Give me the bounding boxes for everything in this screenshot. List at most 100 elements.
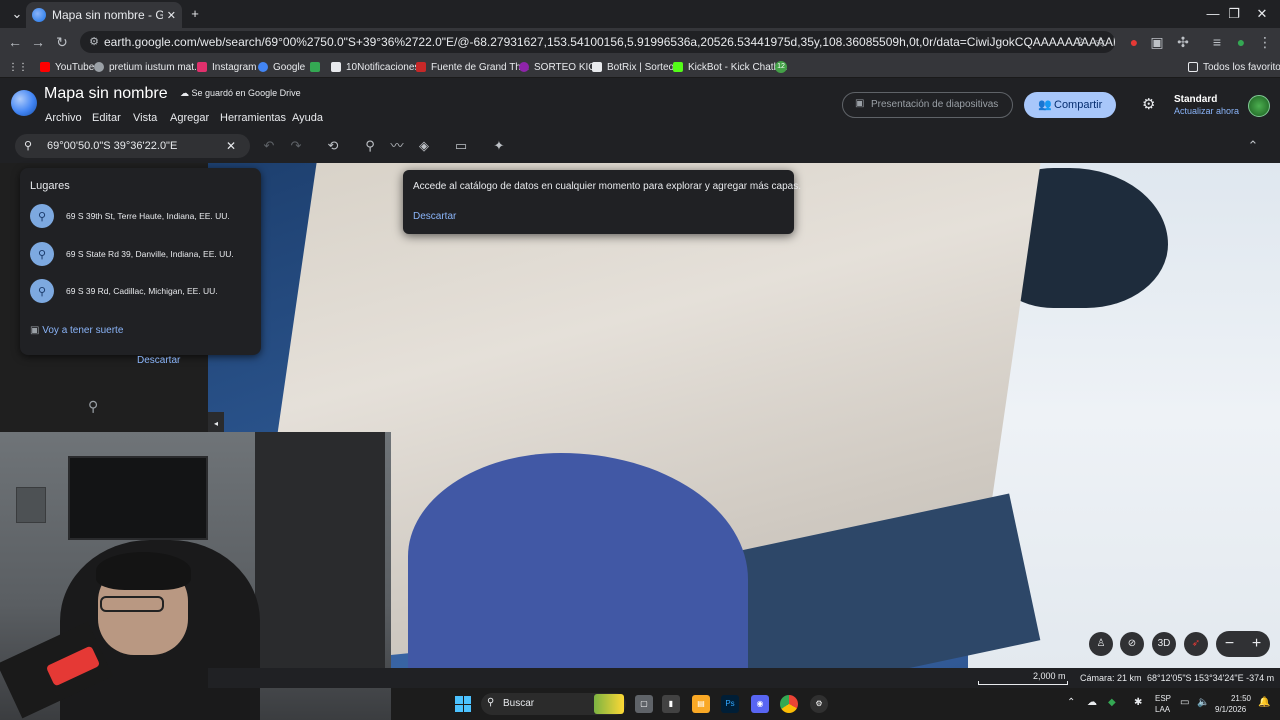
google-earth-logo-icon[interactable]	[11, 90, 37, 116]
menu-archivo[interactable]: Archivo	[45, 112, 82, 124]
compass-reset-icon[interactable]: ⊘	[1120, 632, 1144, 656]
street-view-pegman-icon[interactable]: ♙	[1089, 632, 1113, 656]
tray-overflow-chevron-icon[interactable]: ⌃	[1067, 697, 1075, 708]
zoom-in-button[interactable]: +	[1252, 635, 1261, 653]
avatar[interactable]	[1248, 95, 1270, 117]
maximize-icon[interactable]: ❐	[1219, 4, 1249, 24]
app-icon[interactable]: ⚙	[810, 695, 828, 713]
tab-title: Mapa sin nombre - Google Earth	[52, 8, 163, 22]
kick-icon	[519, 62, 529, 72]
layers-icon[interactable]: ◈	[416, 138, 432, 154]
collapse-chevron-up-icon[interactable]: ⌃	[1245, 138, 1261, 154]
menu-ayuda[interactable]: Ayuda	[292, 112, 323, 124]
new-tab-button[interactable]: +	[180, 4, 210, 24]
tray-bluetooth-icon[interactable]: ✱	[1134, 697, 1142, 708]
extension-red-icon[interactable]: ●	[1124, 33, 1144, 51]
volume-icon[interactable]: 🔈	[1197, 697, 1209, 708]
extension-icon[interactable]: ▣	[1147, 33, 1167, 51]
toggle-3d-button[interactable]: 3D	[1152, 632, 1176, 656]
keyboard-layout[interactable]: LAA	[1155, 705, 1170, 714]
search-input[interactable]: 69°00'50.0"S 39°36'22.0"E	[15, 134, 250, 158]
places-heading: Lugares	[30, 180, 70, 192]
bookmark-grand-theft[interactable]: Fuente de Grand Th...	[416, 60, 529, 74]
taskbar-search-icon: ⚲	[487, 697, 495, 708]
address-bar[interactable]: earth.google.com/web/search/69°00%2750.0…	[80, 31, 1115, 53]
reload-icon[interactable]: ↻	[52, 33, 72, 51]
data-layers-icon[interactable]: ✦	[491, 138, 507, 154]
data-catalog-tooltip	[403, 170, 794, 234]
app-icon[interactable]: ▮	[662, 695, 680, 713]
bookmark-12[interactable]: 12	[775, 60, 792, 74]
apps-grid-icon[interactable]: ⋮⋮	[8, 60, 28, 74]
browser-tab[interactable]: Mapa sin nombre - Google Earth ✕	[26, 2, 182, 28]
menu-agregar[interactable]: Agregar	[170, 112, 209, 124]
project-title[interactable]: Mapa sin nombre	[44, 85, 168, 103]
site-info-icon[interactable]: ⚙	[84, 33, 104, 51]
back-icon[interactable]: ←	[5, 33, 25, 51]
bookmark-10notificaciones[interactable]: 10Notificaciones	[331, 60, 419, 74]
bookmark-sorteo-kick[interactable]: SORTEO KICK	[519, 60, 602, 74]
dismiss-panel-button[interactable]: Descartar	[137, 355, 180, 366]
bookmark-google[interactable]: Google	[258, 60, 305, 74]
measure-ruler-icon[interactable]: ▭	[453, 138, 469, 154]
close-window-icon[interactable]: ✕	[1247, 4, 1277, 24]
save-status-text: Se guardó en Google Drive	[191, 88, 301, 98]
chrome-icon[interactable]	[780, 695, 798, 713]
windows-start-icon[interactable]	[455, 696, 471, 712]
history-icon[interactable]: ⟲	[325, 138, 341, 154]
search-highlight-icon[interactable]	[594, 694, 624, 714]
notifications-bell-icon[interactable]: 🔔	[1258, 697, 1270, 708]
photoshop-icon[interactable]: Ps	[721, 695, 739, 713]
settings-gear-icon[interactable]: ⚙	[1142, 95, 1155, 113]
tab-close-icon[interactable]: ✕	[167, 9, 176, 22]
scale-bar	[978, 681, 1068, 685]
bookmark-instagram[interactable]: Instagram	[197, 60, 256, 74]
menu-vista[interactable]: Vista	[133, 112, 157, 124]
webcam-wall-panel	[16, 487, 46, 523]
upgrade-link[interactable]: Actualizar ahora	[1174, 106, 1239, 116]
bookmark-unnamed[interactable]	[310, 60, 325, 74]
network-icon[interactable]: ▭	[1180, 697, 1189, 708]
tooltip-dismiss-button[interactable]: Descartar	[413, 211, 456, 222]
bookmark-pretium[interactable]: pretium iustum mat...	[94, 60, 202, 74]
menu-herramientas[interactable]: Herramientas	[220, 112, 286, 124]
compass-icon[interactable]: ➶	[1184, 632, 1208, 656]
media-controls-icon[interactable]: ≡	[1207, 33, 1227, 51]
add-placemark-icon[interactable]: ⚲	[362, 138, 378, 154]
search-icon: ⚲	[24, 140, 33, 152]
chrome-menu-icon[interactable]: ⋮	[1255, 33, 1275, 51]
bookmark-star-icon[interactable]: ☆	[1090, 33, 1110, 51]
clear-search-icon[interactable]: ✕	[226, 139, 236, 153]
tray-shield-icon[interactable]: ◆	[1108, 697, 1116, 708]
forward-icon[interactable]: →	[28, 33, 48, 51]
webcam-glasses	[100, 596, 164, 612]
place-suggestion[interactable]: ⚲ 69 S 39 Rd, Cadillac, Michigan, EE. UU.	[30, 278, 255, 304]
discord-icon[interactable]: ◉	[751, 695, 769, 713]
feeling-lucky-button[interactable]: ▣ Voy a tener suerte	[30, 325, 123, 336]
clock-time[interactable]: 21:50	[1221, 694, 1251, 703]
draw-path-icon[interactable]: 〰	[389, 138, 405, 154]
all-bookmarks[interactable]: Todos los favoritos	[1188, 60, 1280, 74]
tray-cloud-icon[interactable]: ☁	[1087, 697, 1097, 708]
extensions-puzzle-icon[interactable]: ✣	[1173, 33, 1193, 51]
bookmark-youtube[interactable]: YouTube	[40, 60, 94, 74]
file-explorer-icon[interactable]: ▤	[692, 695, 710, 713]
redo-icon[interactable]: ↷	[288, 138, 304, 154]
place-suggestion[interactable]: ⚲ 69 S 39th St, Terre Haute, Indiana, EE.…	[30, 203, 255, 229]
profile-icon[interactable]: ●	[1231, 33, 1251, 51]
slideshow-button[interactable]: Presentación de diapositivas	[842, 92, 1013, 118]
undo-icon[interactable]: ↶	[261, 138, 277, 154]
install-app-icon[interactable]: ⇪	[1070, 33, 1090, 51]
botrix-icon	[592, 62, 602, 72]
clock-date[interactable]: 9/1/2026	[1215, 705, 1246, 714]
bookmark-botrix[interactable]: BotRix | Sorteos	[592, 60, 679, 74]
kickbot-icon	[673, 62, 683, 72]
place-pin-icon: ⚲	[30, 242, 54, 266]
task-view-icon[interactable]: ▢	[635, 695, 653, 713]
zoom-out-button[interactable]: −	[1225, 635, 1234, 653]
bookmark-kickbot[interactable]: KickBot - Kick Chatb...	[673, 60, 787, 74]
place-suggestion[interactable]: ⚲ 69 S State Rd 39, Danville, Indiana, EE…	[30, 241, 255, 267]
keyboard-language[interactable]: ESP	[1155, 694, 1171, 703]
menu-editar[interactable]: Editar	[92, 112, 121, 124]
bookmark-12-icon: 12	[775, 61, 787, 73]
